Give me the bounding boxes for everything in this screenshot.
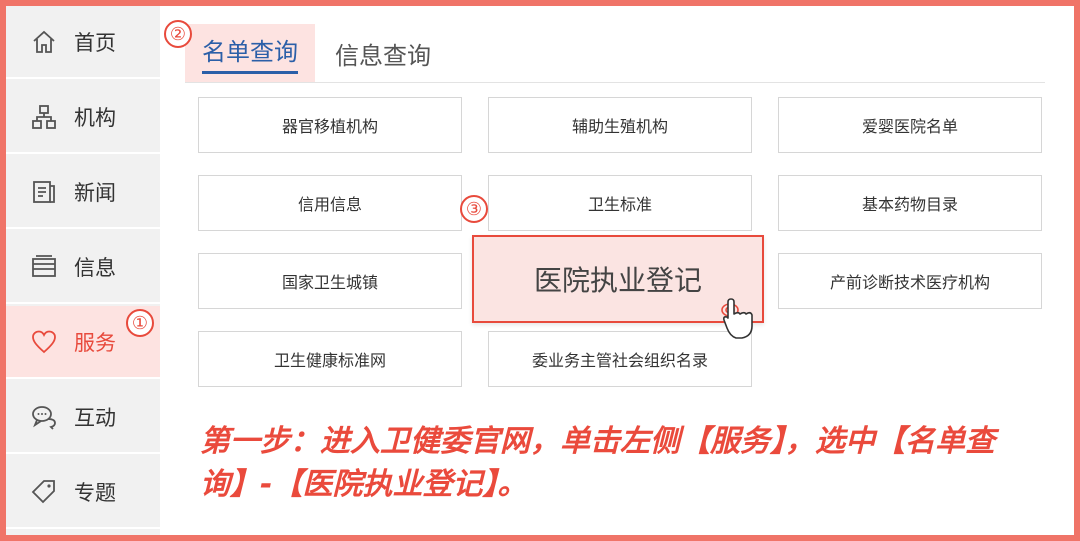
health-standard-web-button[interactable]: 卫生健康标准网 [198,331,462,387]
sidebar-item-label: 专题 [74,480,116,505]
home-icon [28,26,60,58]
tab-bar: 名单查询 信息查询 [185,24,1045,83]
heart-icon [28,326,60,358]
sidebar-item-label: 新闻 [74,180,116,205]
org-icon [28,101,60,133]
sidebar-item-label: 互动 [74,405,116,430]
sidebar-item-info[interactable]: 信息 [6,231,160,304]
social-org-list-button[interactable]: 委业务主管社会组织名录 [488,331,752,387]
tab-list-query[interactable]: 名单查询 [185,24,315,82]
baby-friendly-hospital-button[interactable]: 爱婴医院名单 [778,97,1042,153]
sidebar-item-news[interactable]: 新闻 [6,156,160,229]
instruction-text: 第一步：进入卫健委官网，单击左侧【服务】，选中【名单查询】-【医院执业登记】。 [200,424,995,502]
sidebar-item-label: 机构 [74,105,116,130]
news-icon [28,176,60,208]
sidebar-item-org[interactable]: 机构 [6,81,160,154]
sidebar-item-topic[interactable]: 专题 [6,456,160,529]
organ-transplant-button[interactable]: 器官移植机构 [198,97,462,153]
hand-pointer-icon [718,296,764,342]
chat-icon [28,401,60,433]
step-marker-3: ③ [460,195,488,223]
tag-icon [28,476,60,508]
step-marker-1: ① [126,309,154,337]
credit-info-button[interactable]: 信用信息 [198,175,462,231]
health-standard-button[interactable]: 卫生标准 [488,175,752,231]
sidebar-item-label: 信息 [74,255,116,280]
step-marker-2: ② [164,20,192,48]
sidebar-item-label: 服务 [74,330,116,355]
info-icon [28,251,60,283]
prenatal-diagnosis-button[interactable]: 产前诊断技术医疗机构 [778,253,1042,309]
sidebar-item-interact[interactable]: 互动 [6,381,160,454]
sidebar-nav: 首页 机构 新闻 信息 服务 互动 专题 [6,6,160,535]
essential-drug-list-button[interactable]: 基本药物目录 [778,175,1042,231]
health-city-button[interactable]: 国家卫生城镇 [198,253,462,309]
sidebar-item-home[interactable]: 首页 [6,6,160,79]
tab-info-query[interactable]: 信息查询 [335,24,431,82]
assisted-reproduction-button[interactable]: 辅助生殖机构 [488,97,752,153]
sidebar-item-label: 首页 [74,30,116,55]
